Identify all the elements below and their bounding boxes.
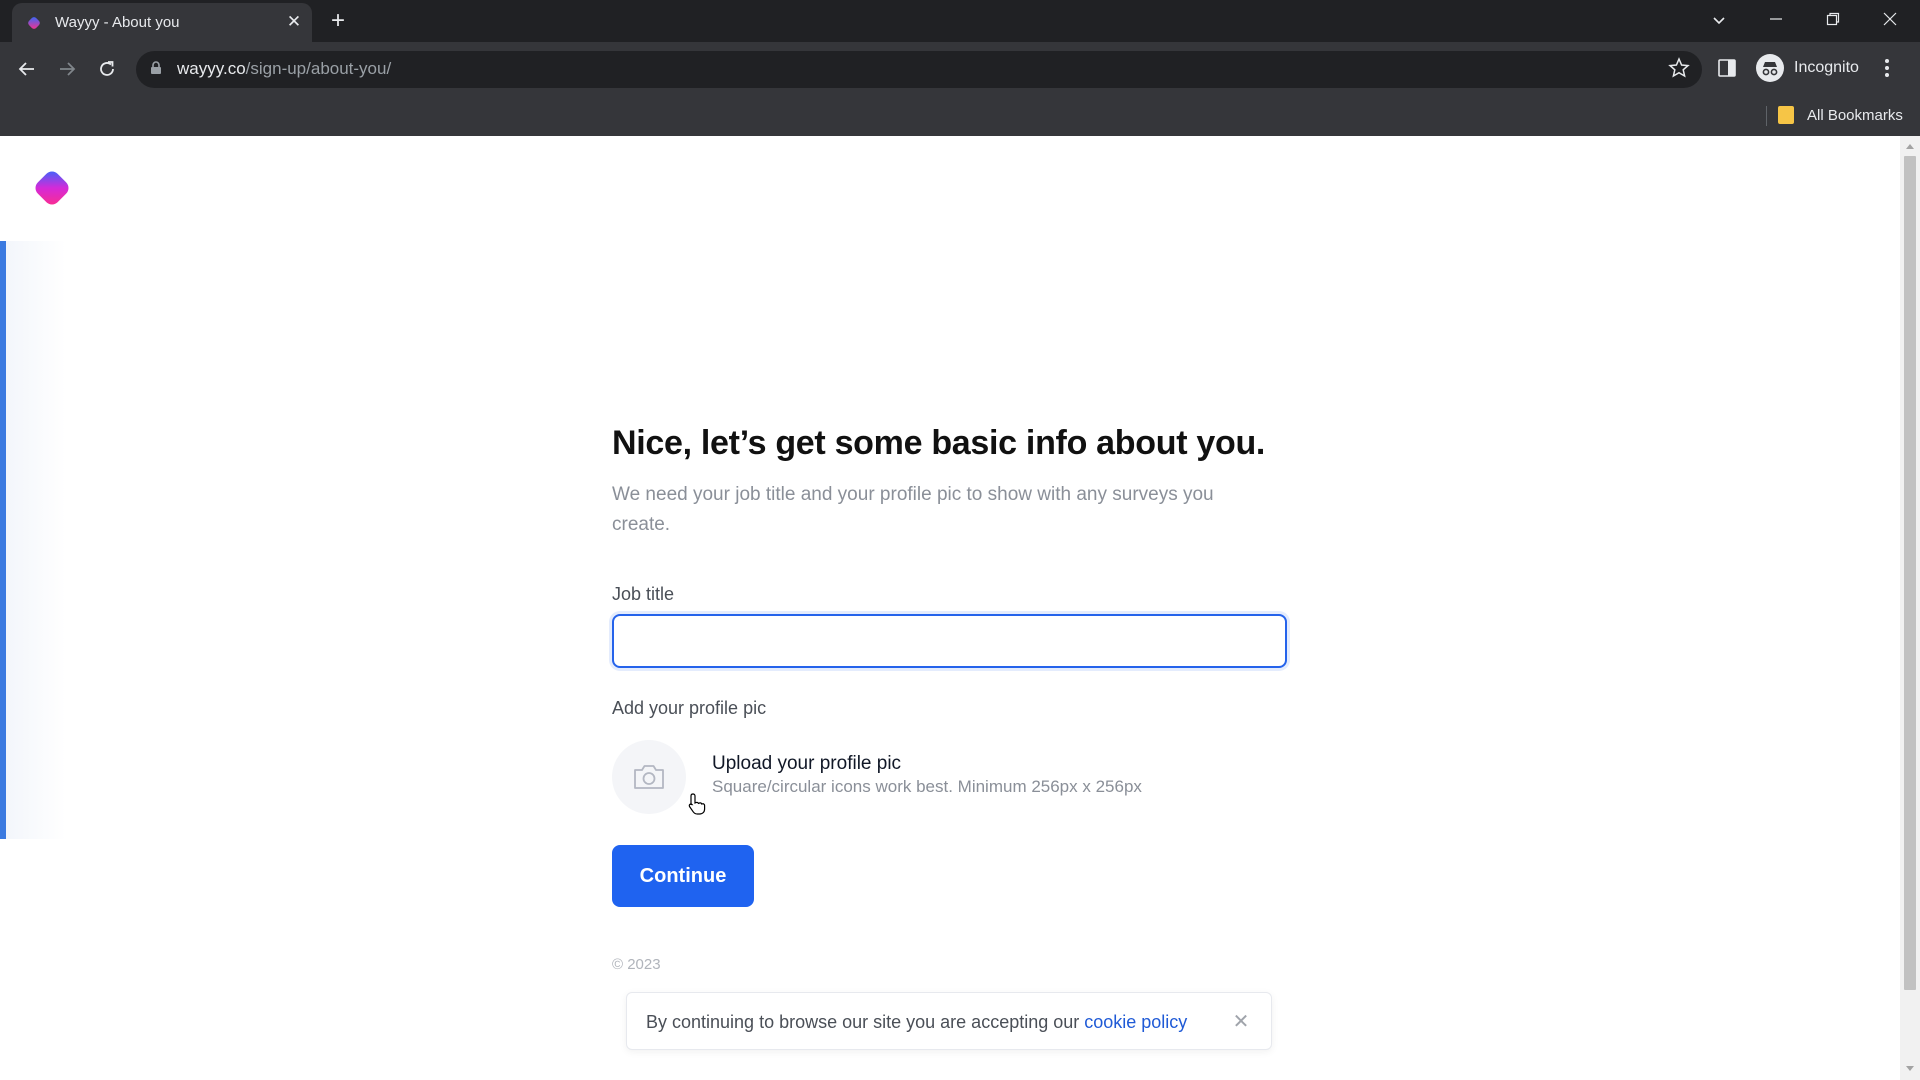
copyright-text: © 2023 <box>612 956 661 973</box>
restore-icon <box>1826 12 1840 26</box>
url-path: /sign-up/about-you/ <box>245 59 392 78</box>
cookie-policy-link[interactable]: cookie policy <box>1084 1012 1187 1032</box>
camera-icon <box>634 765 664 789</box>
scroll-up-arrow-icon[interactable] <box>1906 144 1914 149</box>
pointer-cursor-icon <box>688 793 706 815</box>
minimize-button[interactable] <box>1748 0 1804 38</box>
browser-tab[interactable]: Wayyy - About you ✕ <box>12 3 312 42</box>
upload-title[interactable]: Upload your profile pic <box>712 753 901 775</box>
page-heading: Nice, let’s get some basic info about yo… <box>612 424 1266 462</box>
incognito-icon <box>1756 54 1784 82</box>
menu-icon[interactable] <box>1884 57 1890 79</box>
continue-button[interactable]: Continue <box>612 845 754 907</box>
profile-label: Incognito <box>1794 59 1859 76</box>
bookmarks-bar: All Bookmarks <box>0 94 1920 136</box>
lock-icon[interactable] <box>150 61 162 75</box>
cookie-banner: By continuing to browse our site you are… <box>626 992 1272 1050</box>
back-icon <box>18 62 34 76</box>
window-close-icon <box>1883 12 1897 26</box>
reload-button[interactable] <box>92 54 122 84</box>
url-host: wayyy.co <box>177 59 246 78</box>
page-subtext: We need your job title and your profile … <box>612 484 1214 535</box>
side-panel-icon[interactable] <box>1716 57 1738 79</box>
url-text[interactable]: wayyy.co/sign-up/about-you/ <box>177 59 391 79</box>
forward-button[interactable] <box>52 54 82 84</box>
browser-tab-bar: Wayyy - About you ✕ + <box>0 0 1920 42</box>
all-bookmarks-link[interactable]: All Bookmarks <box>1807 107 1903 124</box>
cookie-message: By continuing to browse our site you are… <box>646 1012 1085 1032</box>
tab-search-icon[interactable] <box>1706 8 1732 34</box>
favicon-icon <box>28 17 40 29</box>
job-title-input[interactable] <box>612 614 1287 668</box>
page-scrollbar[interactable] <box>1900 136 1920 1080</box>
minimize-icon <box>1770 18 1782 20</box>
restore-button[interactable] <box>1805 0 1861 38</box>
upload-profile-pic-button[interactable] <box>612 740 686 814</box>
scroll-thumb[interactable] <box>1904 156 1916 990</box>
scroll-down-arrow-icon[interactable] <box>1906 1066 1914 1071</box>
close-icon[interactable]: ✕ <box>1231 1012 1251 1032</box>
window-close-button[interactable] <box>1862 0 1918 38</box>
folder-icon[interactable] <box>1778 106 1794 124</box>
tab-title: Wayyy - About you <box>55 14 180 31</box>
tab-close-icon[interactable]: ✕ <box>282 10 306 34</box>
star-icon[interactable] <box>1668 57 1690 79</box>
upload-hint: Square/circular icons work best. Minimum… <box>712 777 1142 796</box>
browser-toolbar: wayyy.co/sign-up/about-you/ Incognito <box>0 42 1920 94</box>
wayyy-logo[interactable] <box>30 166 74 210</box>
profile-pic-label: Add your profile pic <box>612 698 767 718</box>
back-button[interactable] <box>12 54 42 84</box>
side-accent-fade <box>6 241 66 839</box>
page-content: Nice, let’s get some basic info about yo… <box>0 136 1900 1080</box>
new-tab-button[interactable]: + <box>324 8 352 36</box>
cookie-text: By continuing to browse our site you are… <box>646 1012 1187 1033</box>
bookmarks-separator <box>1766 106 1767 126</box>
job-title-label: Job title <box>612 584 675 604</box>
forward-icon <box>60 62 76 76</box>
reload-icon <box>100 61 114 76</box>
profile-button[interactable]: Incognito <box>1756 53 1859 83</box>
